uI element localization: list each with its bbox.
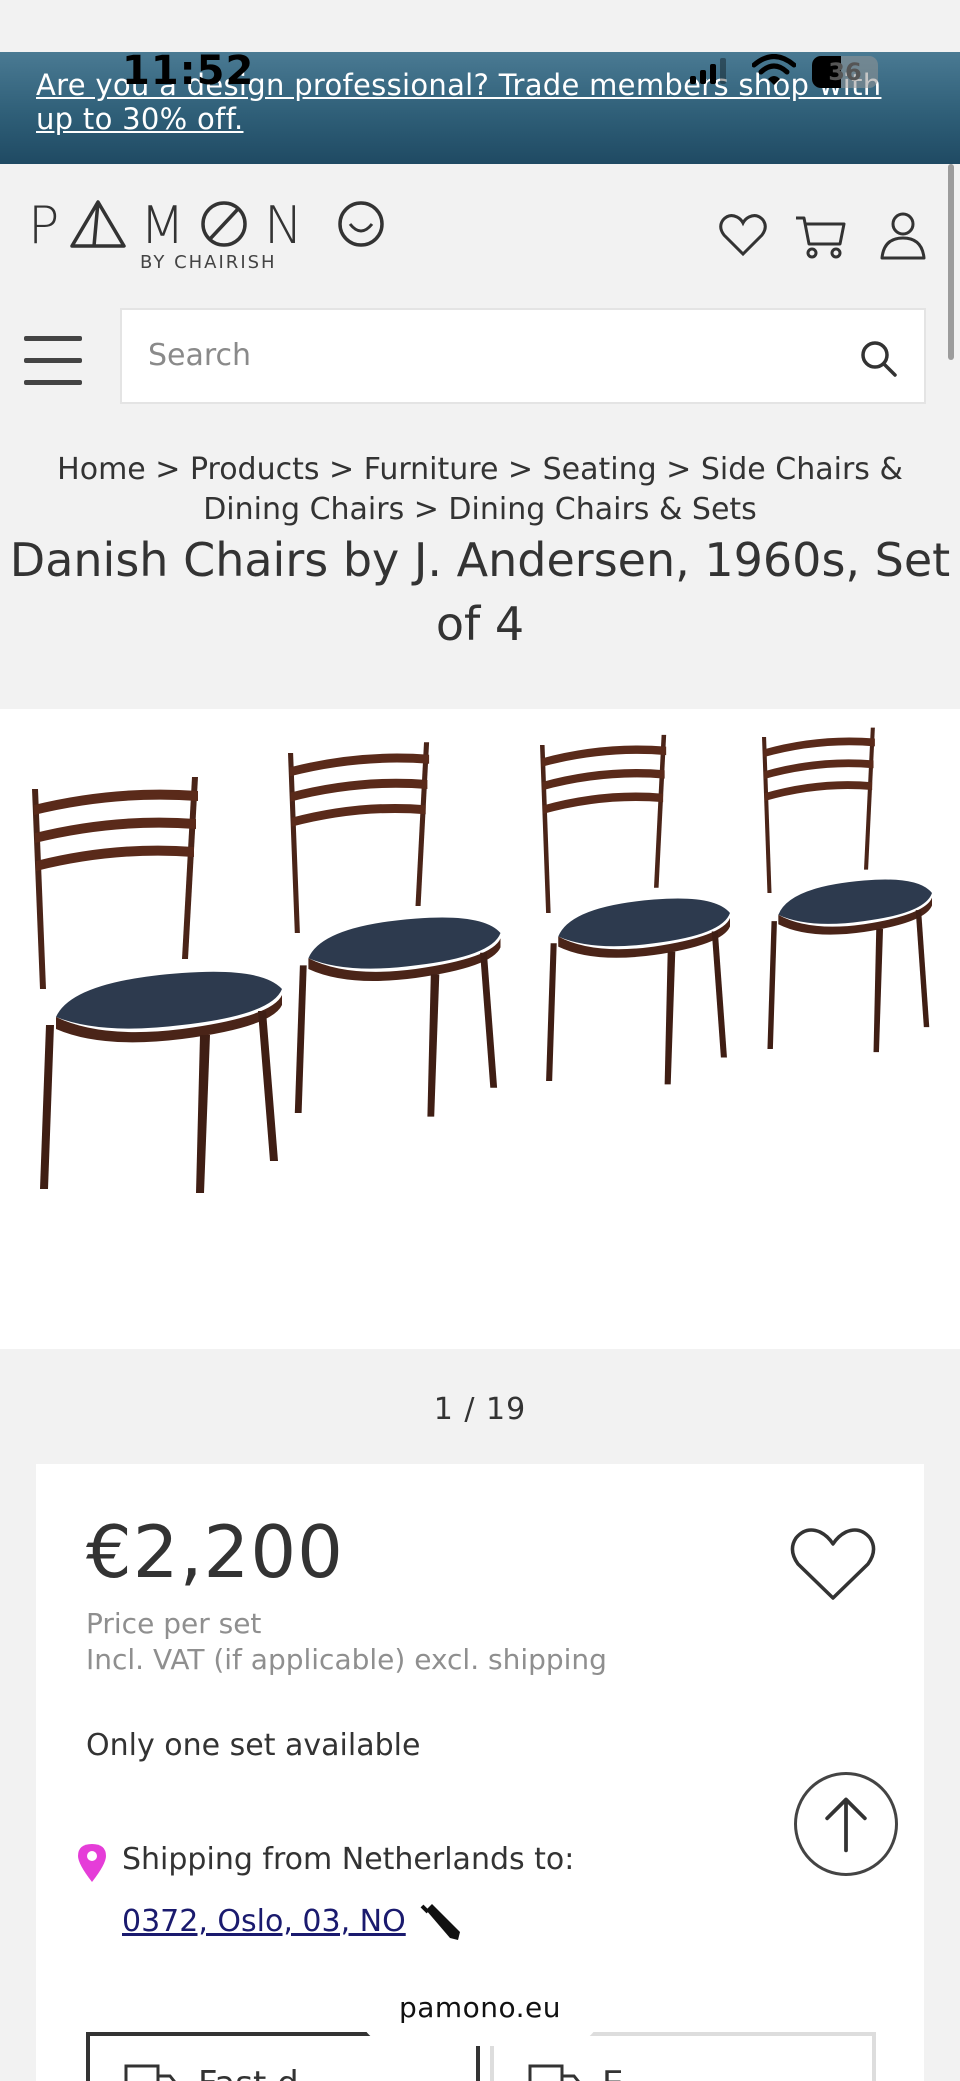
page-title: Danish Chairs by J. Andersen, 1960s, Set… — [9, 533, 951, 651]
browser-url-pill[interactable]: pamono.eu — [358, 1970, 602, 2046]
svg-text:N: N — [264, 196, 303, 256]
cart-icon[interactable] — [794, 208, 848, 262]
shipping-destination-link[interactable]: 0372, Oslo, 03, NO — [122, 1904, 406, 1939]
image-counter: 1 / 19 — [433, 1392, 527, 1427]
search-placeholder: Search — [148, 338, 252, 373]
svg-text:P: P — [28, 196, 59, 256]
location-pin-icon — [78, 1844, 106, 1882]
logo-wordmark: P M N — [28, 196, 384, 256]
logo-subtitle: BY CHAIRISH — [140, 252, 277, 273]
battery-icon: 36 — [812, 56, 878, 88]
site-header: P M N BY CHAIRISH — [0, 164, 960, 284]
price-unit: Price per set — [86, 1607, 262, 1640]
product-image — [32, 727, 932, 1193]
pamono-logo[interactable]: P M N BY CHAIRISH — [28, 194, 388, 274]
shipping-from-text: Shipping from Netherlands to: — [122, 1842, 575, 1877]
wishlist-heart-icon[interactable] — [788, 1524, 878, 1604]
truck-icon — [124, 2064, 176, 2081]
pencil-icon[interactable] — [420, 1902, 464, 1942]
truck-icon — [528, 2064, 580, 2081]
heart-icon[interactable] — [716, 208, 770, 262]
svg-text:M: M — [140, 196, 185, 256]
user-icon[interactable] — [876, 208, 930, 262]
product-price: €2,200 — [86, 1510, 344, 1594]
cellular-signal-icon — [690, 58, 726, 84]
hamburger-menu-icon[interactable] — [24, 336, 84, 386]
delivery-option-label: E — [602, 2064, 623, 2081]
status-bar-area — [0, 0, 960, 52]
product-image-gallery[interactable] — [0, 709, 960, 1349]
availability-text: Only one set available — [86, 1728, 421, 1763]
delivery-option-label: Fast d — [198, 2064, 299, 2081]
scroll-to-top-button[interactable] — [794, 1772, 898, 1876]
price-note: Price per set Incl. VAT (if applicable) … — [86, 1606, 607, 1678]
price-vat-note: Incl. VAT (if applicable) excl. shipping — [86, 1643, 607, 1676]
search-icon[interactable] — [858, 338, 898, 378]
search-input[interactable]: Search — [120, 308, 926, 404]
search-row: Search — [0, 300, 960, 410]
status-time: 11:52 — [122, 48, 255, 94]
battery-level: 36 — [828, 58, 862, 86]
breadcrumb[interactable]: Home > Products > Furniture > Seating > … — [0, 450, 960, 530]
wifi-icon — [752, 54, 796, 85]
